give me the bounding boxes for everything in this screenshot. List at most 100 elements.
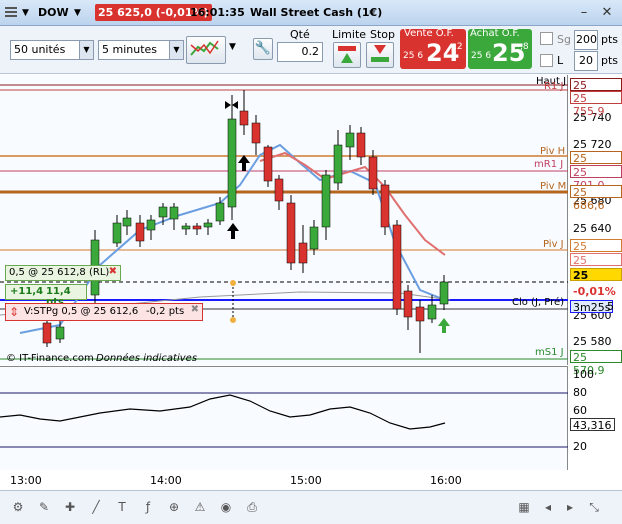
chart-type-dropdown-icon[interactable]: ▼ [229,42,236,52]
stop-label: Stop [370,28,396,41]
minimize-icon[interactable]: – [575,4,593,22]
stop-icon [371,45,389,62]
piv-h-label: Piv H [540,146,566,157]
position-panel[interactable]: 0,5 @ 25 612,8 (RL) ✖ [5,265,121,281]
oscillator-panel[interactable] [0,366,568,470]
resize-icon[interactable]: ⤡ [586,499,602,515]
clock-time: 16:01:35 [190,6,245,19]
time-axis-label: 15:00 [290,474,322,487]
limit-label: Limite [332,28,367,41]
camera-icon[interactable]: ◉ [218,499,234,515]
copyright-text: © IT-Finance.com [6,353,94,364]
change-tag: -0,01% [570,284,619,298]
limit-icon [338,46,356,63]
text-icon[interactable]: T [114,499,130,515]
sell-label: Vente O.F. [404,28,454,39]
l-unit: pts [601,54,619,67]
chevron-down-icon[interactable]: ▼ [169,41,183,59]
stop-button[interactable] [366,42,394,68]
qty-input[interactable]: 0.2 [277,42,323,62]
pnl-points: +11,4 [10,286,44,297]
pnl-panel: +11,4 11,4 pts [5,284,87,308]
price-chart[interactable]: Haut J R1 J Piv H mR1 J Piv M Piv J Clo … [0,75,568,365]
qty-label: Qté [290,28,310,41]
crosshair-icon[interactable]: ✚ [62,499,78,515]
chevron-right-icon[interactable]: ▸ [562,499,578,515]
osc-axis-label: 80 [573,386,587,399]
alert-icon[interactable]: ⚠ [192,499,208,515]
piv-m-label: Piv M [540,181,567,192]
ms1-j-label: mS1 J [535,347,564,358]
indicator-icon[interactable]: ƒ [140,499,156,515]
last-price-tag: 25 625,0 [570,268,622,295]
buy-button[interactable]: Achat O.F. 25 6 25 ,8 [468,28,532,69]
price-axis-label: 25 640 [573,222,612,235]
title-bar: ▼ DOW ▼ 25 625,0 (-0,01%) 16:01:35 Wall … [0,0,622,26]
l-label: L [557,54,564,67]
units-select[interactable]: 50 unités ▼ [10,40,94,60]
order-toolbar: 50 unités ▼ 5 minutes ▼ ▼ 🔧 Qté 0.2 Limi… [0,26,622,74]
clo-j-label: Clo (J, Pré) [512,297,565,308]
buy-suffix: ,8 [520,42,529,52]
price-axis-label: 25 720 [573,138,612,151]
sg-label: Sg [557,33,571,46]
symbol-dropdown-icon[interactable]: ▼ [74,4,81,22]
layout-icon[interactable]: ▦ [516,499,532,515]
price-chart-canvas [0,84,568,360]
time-axis-label: 16:00 [430,474,462,487]
close-position-icon[interactable]: ✖ [109,266,117,277]
settings-icon[interactable]: ⚙ [10,499,26,515]
close-icon[interactable]: ✕ [598,4,616,22]
bottom-toolbar: ⚙ ✎ ✚ ╱ T ƒ ⊕ ⚠ ◉ ⎙ ▦ ◂ ▸ ⤡ [0,490,622,524]
chevron-left-icon[interactable]: ◂ [540,499,556,515]
osc-value-tag: 43,316 [570,418,615,432]
ma-tag: 25 643,4 [570,253,622,280]
drag-handle-icon[interactable]: ⇕ [9,305,19,319]
time-axis-label: 13:00 [10,474,42,487]
chart-type-icon [190,40,219,56]
haut-tag: 25 758,0 [570,78,622,105]
dropdown-icon[interactable]: ▼ [22,4,29,22]
zoom-icon[interactable]: ⊕ [166,499,182,515]
oscillator-canvas [0,392,568,448]
sell-button[interactable]: Vente O.F. 25 6 24 ,2 [400,28,466,69]
print-icon[interactable]: ⎙ [244,499,260,515]
pencil-icon[interactable]: ✎ [36,499,52,515]
interval-select[interactable]: 5 minutes ▼ [98,40,184,60]
sell-suffix: ,2 [454,42,463,52]
r1-tag: 25 755,9 [570,91,622,118]
position-qty-price: 0,5 @ 25 612,8 (RL) [9,267,110,278]
chevron-down-icon[interactable]: ▼ [79,41,93,59]
data-note-text: Données indicatives [96,353,198,364]
price-axis-label: 25 580 [573,335,612,348]
osc-axis-label: 60 [573,404,587,417]
line-icon[interactable]: ╱ [88,499,104,515]
sell-prefix: 25 6 [403,51,424,61]
clo-tag: 5 [607,300,614,313]
symbol-label[interactable]: DOW [38,4,69,22]
sg-checkbox[interactable] [540,32,553,45]
stop-order-distance: -0,2 pts [146,306,185,317]
limit-button[interactable] [333,42,361,68]
buy-prefix: 25 6 [471,51,492,61]
instrument-name: Wall Street Cash (1€) [250,6,383,19]
r1-j-label: R1 J [544,81,564,92]
time-axis-label: 14:00 [150,474,182,487]
l-checkbox[interactable] [540,54,553,67]
chart-type-button[interactable] [186,36,226,64]
units-value: 50 unités [14,43,66,56]
stop-order-panel[interactable]: ⇕ V:STPg 0,5 @ 25 612,6 -0,2 pts ✖ [5,303,203,321]
sg-input[interactable]: 200 [574,30,598,50]
osc-axis-label: 100 [573,368,594,381]
menu-icon[interactable] [4,4,20,22]
piv-h-tag: 25 711,1 [570,151,622,178]
cancel-stop-icon[interactable]: ✖ [191,304,199,315]
piv-j-tag: 25 646,1 [570,239,622,266]
ms1-tag: 25 570,9 [570,350,622,377]
osc-axis-label: 20 [573,440,587,453]
l-input[interactable]: 20 [574,51,598,71]
stop-order-text: V:STPg 0,5 @ 25 612,6 [24,306,139,317]
mr1-tag: 25 701,0 [570,165,622,192]
piv-m-tag: 25 686,6 [570,185,622,212]
wrench-button[interactable]: 🔧 [253,38,273,60]
